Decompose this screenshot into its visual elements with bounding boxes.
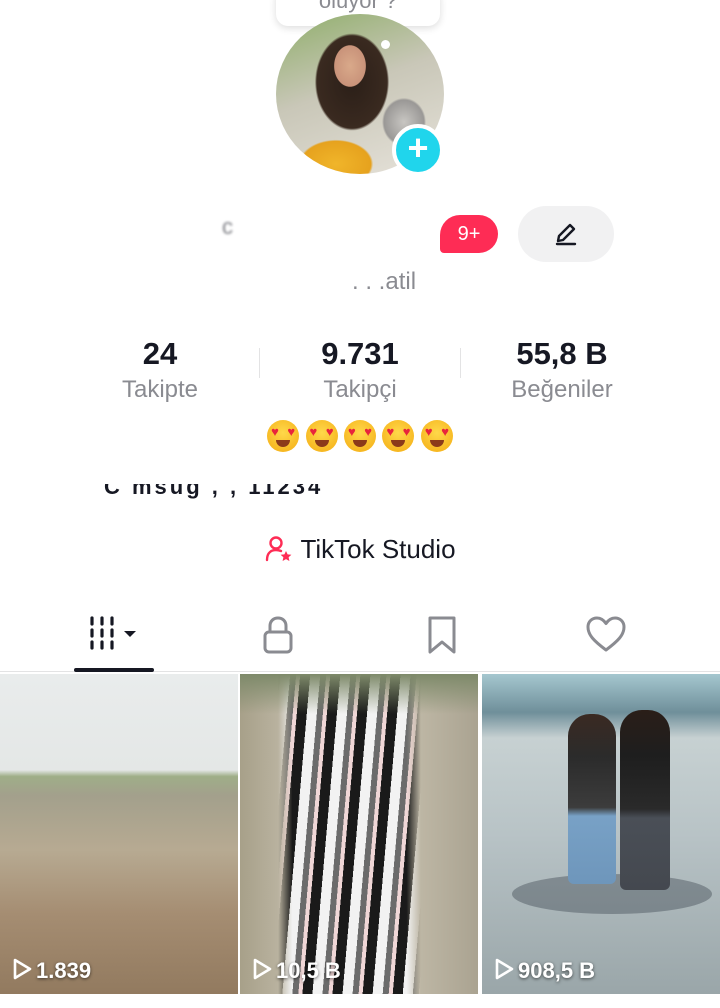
lock-icon (263, 616, 293, 654)
stat-followers-value: 9.731 (321, 336, 399, 371)
tab-active-indicator (74, 668, 154, 672)
thumbnail-person (620, 710, 670, 890)
grid-icon (90, 616, 136, 650)
stat-following-label: Takipte (121, 376, 199, 403)
stat-following[interactable]: 24 Takipte (60, 336, 260, 406)
notification-badge[interactable]: 9+ (440, 215, 498, 253)
video-thumbnail[interactable]: 908,5 B (482, 674, 720, 994)
stat-following-value: 24 (142, 336, 178, 371)
video-grid: 1.839 10,5 B 908,5 B (0, 674, 720, 1008)
profile-subname: . . .atil (352, 268, 417, 295)
stat-divider (460, 348, 461, 378)
stat-followers-label: Takipçi (323, 376, 397, 403)
play-icon (495, 958, 514, 980)
tiktok-studio-label: TikTok Studio (300, 534, 456, 564)
video-thumbnail[interactable]: 10,5 B (240, 674, 478, 994)
play-icon (253, 958, 272, 980)
bio-line-partial-text: C msug , , 11234 (104, 484, 324, 499)
user-star-icon (266, 536, 292, 562)
view-count: 1.839 (12, 958, 91, 984)
heart-eyes-emoji-icon (344, 420, 376, 452)
note-bubble-text: oluyor ? (318, 0, 398, 13)
edit-profile-button[interactable] (518, 206, 614, 262)
view-count: 908,5 B (494, 958, 595, 984)
heart-eyes-emoji-icon (267, 420, 300, 452)
tab-favorites[interactable] (362, 600, 522, 672)
heart-eyes-emoji-icon (382, 420, 415, 452)
play-icon (13, 958, 32, 980)
heart-icon (586, 616, 626, 652)
heart-eyes-emoji-icon (420, 420, 453, 452)
view-count: 10,5 B (252, 958, 341, 984)
username: c (222, 214, 235, 239)
stat-likes-label: Beğeniler (511, 376, 613, 403)
tiktok-studio-link[interactable]: TikTok Studio (0, 534, 720, 565)
add-story-plus-icon[interactable]: + (392, 124, 444, 176)
profile-tabs (0, 600, 720, 672)
stat-likes[interactable]: 55,8 B Beğeniler (462, 336, 662, 406)
tab-private[interactable] (198, 600, 358, 672)
tab-liked[interactable] (526, 600, 686, 672)
bookmark-icon (428, 616, 456, 654)
tab-videos[interactable] (34, 600, 194, 672)
view-count-value: 908,5 B (518, 958, 596, 983)
view-count-value: 1.839 (36, 958, 92, 983)
heart-eyes-emoji-icon (305, 420, 338, 452)
bio-emoji-line (0, 420, 720, 452)
thumbnail-person (568, 714, 616, 884)
bio-line-partial: C msug , , 11234 (104, 484, 614, 506)
note-bubble-dot (381, 40, 390, 49)
pencil-icon (555, 223, 577, 246)
view-count-value: 10,5 B (276, 958, 341, 983)
stat-likes-value: 55,8 B (516, 336, 608, 371)
video-thumbnail[interactable]: 1.839 (0, 674, 238, 994)
stat-followers[interactable]: 9.731 Takipçi (260, 336, 460, 406)
